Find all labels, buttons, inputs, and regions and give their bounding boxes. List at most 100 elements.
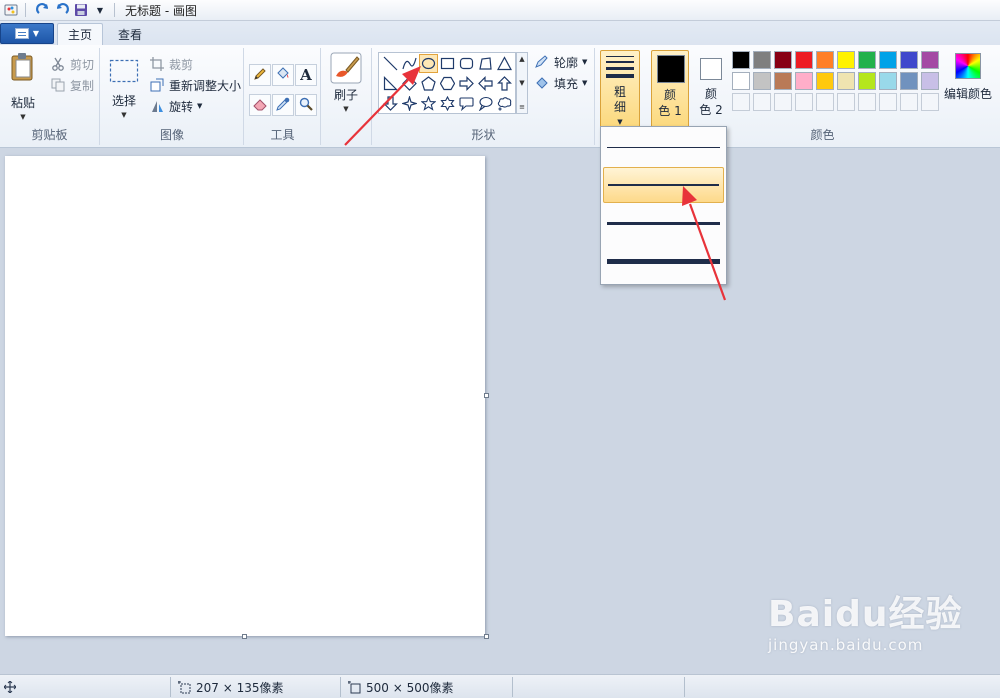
redo-icon[interactable]: [35, 2, 51, 18]
palette-custom-slot[interactable]: [753, 93, 771, 111]
paint-app-icon[interactable]: [3, 2, 19, 18]
up-arrow-shape-icon: [497, 76, 512, 91]
pencil-tool[interactable]: [249, 64, 271, 86]
palette-custom-slot[interactable]: [732, 93, 750, 111]
palette-swatch[interactable]: [921, 51, 939, 69]
palette-swatch[interactable]: [774, 51, 792, 69]
color2-button[interactable]: 颜 色 2: [692, 50, 730, 128]
shape-five-point-star[interactable]: [419, 94, 438, 113]
palette-swatch[interactable]: [858, 51, 876, 69]
color1-button[interactable]: 颜 色 1: [651, 50, 689, 128]
palette-swatch[interactable]: [795, 51, 813, 69]
shape-hexagon[interactable]: [438, 74, 457, 93]
shape-six-point-star[interactable]: [438, 94, 457, 113]
copy-button[interactable]: 复制: [50, 75, 94, 95]
cut-button[interactable]: 剪切: [50, 54, 94, 74]
palette-custom-slot[interactable]: [774, 93, 792, 111]
palette-swatch[interactable]: [732, 72, 750, 90]
palette-custom-slot[interactable]: [879, 93, 897, 111]
selection-size-readout: 207 × 135像素: [176, 679, 284, 695]
palette-swatch[interactable]: [816, 51, 834, 69]
tab-view[interactable]: 查看: [108, 23, 152, 45]
size-option[interactable]: [603, 167, 724, 203]
shape-line[interactable]: [381, 54, 400, 73]
size-option[interactable]: [603, 129, 724, 165]
clipboard-group-label: 剪贴板: [31, 128, 68, 142]
palette-swatch[interactable]: [921, 72, 939, 90]
palette-custom-slot[interactable]: [900, 93, 918, 111]
scroll-down-icon[interactable]: ▼: [519, 79, 524, 87]
palette-swatch[interactable]: [900, 51, 918, 69]
size-option[interactable]: [603, 243, 724, 279]
undo-icon[interactable]: [54, 2, 70, 18]
tab-home[interactable]: 主页: [57, 23, 104, 45]
text-tool[interactable]: A: [295, 64, 317, 86]
shape-right-arrow[interactable]: [457, 74, 476, 93]
palette-swatch[interactable]: [879, 72, 897, 90]
palette-custom-slot[interactable]: [858, 93, 876, 111]
shape-oval-callout[interactable]: [476, 94, 495, 113]
palette-swatch[interactable]: [858, 72, 876, 90]
size-button[interactable]: 粗 细 ▼: [600, 50, 640, 128]
brushes-button[interactable]: 刷子 ▼: [330, 52, 362, 113]
select-button[interactable]: 选择 ▼: [109, 56, 139, 119]
resize-handle-right[interactable]: [484, 393, 489, 398]
palette-swatch[interactable]: [753, 72, 771, 90]
eraser-tool[interactable]: [249, 94, 271, 116]
rotate-icon: [149, 98, 165, 114]
shape-right-triangle[interactable]: [381, 74, 400, 93]
resize-handle-bottom[interactable]: [242, 634, 247, 639]
shape-polygon[interactable]: [476, 54, 495, 73]
palette-swatch[interactable]: [879, 51, 897, 69]
palette-custom-slot[interactable]: [795, 93, 813, 111]
palette-swatch[interactable]: [816, 72, 834, 90]
size-label: 粗 细 ▼: [601, 85, 639, 130]
palette-swatch[interactable]: [774, 72, 792, 90]
palette-swatch[interactable]: [753, 51, 771, 69]
palette-swatch[interactable]: [837, 51, 855, 69]
resize-button[interactable]: 重新调整大小: [149, 75, 241, 95]
shape-rounded-rectangle[interactable]: [457, 54, 476, 73]
shapes-gallery-scrollbar[interactable]: ▲ ▼ ≡: [516, 52, 528, 114]
rotate-button[interactable]: 旋转 ▼: [149, 96, 202, 116]
paste-button[interactable]: 粘贴 ▼: [8, 52, 38, 121]
palette-custom-slot[interactable]: [816, 93, 834, 111]
crop-button[interactable]: 裁剪: [149, 54, 193, 74]
palette-custom-slot[interactable]: [837, 93, 855, 111]
palette-swatch[interactable]: [900, 72, 918, 90]
cut-label: 剪切: [70, 57, 95, 72]
shape-left-arrow[interactable]: [476, 74, 495, 93]
shape-up-arrow[interactable]: [495, 74, 514, 93]
outline-button[interactable]: 轮廓 ▼: [534, 52, 587, 72]
palette-swatch[interactable]: [795, 72, 813, 90]
palette-swatch[interactable]: [732, 51, 750, 69]
shape-pentagon[interactable]: [419, 74, 438, 93]
shape-oval[interactable]: [419, 54, 438, 73]
scroll-up-icon[interactable]: ▲: [519, 55, 524, 63]
shape-cloud-callout[interactable]: [495, 94, 514, 113]
shape-four-point-star[interactable]: [400, 94, 419, 113]
color-picker-tool[interactable]: [272, 94, 294, 116]
customize-caret-icon[interactable]: ▼: [92, 2, 108, 18]
shape-rectangle[interactable]: [438, 54, 457, 73]
file-menu-button[interactable]: ▼: [0, 23, 54, 44]
shape-triangle[interactable]: [495, 54, 514, 73]
gallery-expand-icon[interactable]: ≡: [519, 103, 525, 111]
palette-swatch[interactable]: [837, 72, 855, 90]
size-option[interactable]: [603, 205, 724, 241]
shape-down-arrow[interactable]: [381, 94, 400, 113]
shape-diamond[interactable]: [400, 74, 419, 93]
edit-colors-button[interactable]: 编辑颜色: [944, 53, 992, 102]
palette-custom-slot[interactable]: [921, 93, 939, 111]
fill-button[interactable]: 填充 ▼: [534, 73, 587, 93]
shape-curve[interactable]: [400, 54, 419, 73]
chevron-down-icon: ▼: [20, 113, 26, 121]
magnifier-tool[interactable]: [295, 94, 317, 116]
chevron-down-icon: ▼: [582, 79, 588, 87]
drawing-canvas[interactable]: [5, 156, 485, 636]
shape-rounded-callout[interactable]: [457, 94, 476, 113]
save-icon[interactable]: [73, 2, 89, 18]
resize-handle-corner[interactable]: [484, 634, 489, 639]
fill-tool[interactable]: [272, 64, 294, 86]
tools-group: A 工具: [245, 48, 321, 145]
